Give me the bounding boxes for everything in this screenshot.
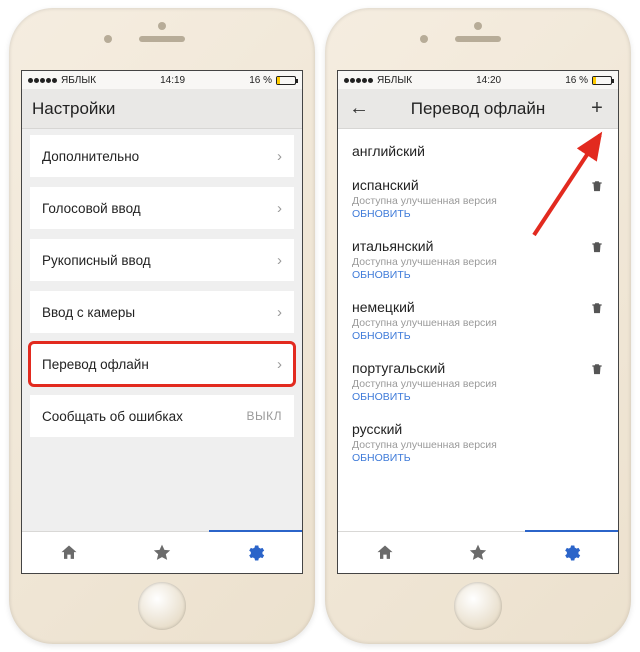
tab-settings[interactable]	[209, 532, 302, 573]
page-title: Перевод офлайн	[382, 99, 574, 119]
update-button[interactable]: ОБНОВИТЬ	[352, 208, 604, 220]
settings-item-voice-input[interactable]: Голосовой ввод ›	[30, 187, 294, 229]
update-button[interactable]: ОБНОВИТЬ	[352, 269, 604, 281]
chevron-right-icon: ›	[277, 148, 282, 165]
item-label: Голосовой ввод	[42, 201, 141, 216]
chevron-right-icon: ›	[277, 304, 282, 321]
language-name: русский	[352, 421, 604, 437]
add-language-button[interactable]: +	[586, 97, 608, 120]
settings-item-additional[interactable]: Дополнительно ›	[30, 135, 294, 177]
settings-item-offline-translate[interactable]: Перевод офлайн ›	[30, 343, 294, 385]
language-subtext: Доступна улучшенная версия	[352, 439, 604, 451]
trash-icon	[590, 179, 604, 194]
language-item-italian[interactable]: итальянский Доступна улучшенная версия О…	[352, 228, 604, 289]
language-item-english[interactable]: английский	[352, 133, 604, 167]
language-subtext: Доступна улучшенная версия	[352, 195, 604, 207]
battery-icon	[592, 76, 612, 85]
clock: 14:20	[476, 75, 501, 86]
screen-left: ЯБЛЫК 14:19 16 % Настройки Дополнительно…	[21, 70, 303, 574]
gear-icon	[245, 543, 265, 563]
battery-icon	[276, 76, 296, 85]
language-item-german[interactable]: немецкий Доступна улучшенная версия ОБНО…	[352, 289, 604, 350]
chevron-right-icon: ›	[277, 252, 282, 269]
toggle-value: ВЫКЛ	[247, 409, 283, 423]
language-name: португальский	[352, 360, 604, 376]
trash-icon	[590, 362, 604, 377]
delete-button[interactable]	[590, 179, 604, 199]
language-subtext: Доступна улучшенная версия	[352, 378, 604, 390]
update-button[interactable]: ОБНОВИТЬ	[352, 330, 604, 342]
item-label: Рукописный ввод	[42, 253, 151, 268]
gear-icon	[561, 543, 581, 563]
delete-button[interactable]	[590, 362, 604, 382]
update-button[interactable]: ОБНОВИТЬ	[352, 452, 604, 464]
update-button[interactable]: ОБНОВИТЬ	[352, 391, 604, 403]
battery-pct: 16 %	[565, 75, 588, 86]
clock: 14:19	[160, 75, 185, 86]
status-bar: ЯБЛЫК 14:20 16 %	[338, 71, 618, 89]
language-subtext: Доступна улучшенная версия	[352, 317, 604, 329]
item-label: Перевод офлайн	[42, 357, 149, 372]
item-label: Ввод с камеры	[42, 305, 135, 320]
item-label: Дополнительно	[42, 149, 139, 164]
language-item-spanish[interactable]: испанский Доступна улучшенная версия ОБН…	[352, 167, 604, 228]
tab-bar	[338, 531, 618, 573]
star-icon	[468, 543, 488, 563]
home-button[interactable]	[138, 582, 186, 630]
trash-icon	[590, 240, 604, 255]
header: ← Перевод офлайн +	[338, 89, 618, 129]
tab-favorites[interactable]	[115, 532, 208, 573]
phone-left: ЯБЛЫК 14:19 16 % Настройки Дополнительно…	[9, 8, 315, 644]
tab-settings[interactable]	[525, 532, 618, 573]
page-title: Настройки	[32, 99, 292, 119]
trash-icon	[590, 301, 604, 316]
language-item-russian[interactable]: русский Доступна улучшенная версия ОБНОВ…	[352, 411, 604, 472]
offline-languages-list[interactable]: английский испанский Доступна улучшенная…	[338, 129, 618, 531]
phone-right: ЯБЛЫК 14:20 16 % ← Перевод офлайн + англ…	[325, 8, 631, 644]
tab-bar	[22, 531, 302, 573]
home-icon	[375, 543, 395, 563]
settings-item-report-errors[interactable]: Сообщать об ошибках ВЫКЛ	[30, 395, 294, 437]
carrier-label: ЯБЛЫК	[61, 75, 96, 86]
chevron-right-icon: ›	[277, 356, 282, 373]
star-icon	[152, 543, 172, 563]
settings-item-handwriting[interactable]: Рукописный ввод ›	[30, 239, 294, 281]
delete-button[interactable]	[590, 240, 604, 260]
status-bar: ЯБЛЫК 14:19 16 %	[22, 71, 302, 89]
screen-right: ЯБЛЫК 14:20 16 % ← Перевод офлайн + англ…	[337, 70, 619, 574]
home-button[interactable]	[454, 582, 502, 630]
chevron-right-icon: ›	[277, 200, 282, 217]
settings-item-camera-input[interactable]: Ввод с камеры ›	[30, 291, 294, 333]
carrier-label: ЯБЛЫК	[377, 75, 412, 86]
language-subtext: Доступна улучшенная версия	[352, 256, 604, 268]
tab-home[interactable]	[338, 532, 431, 573]
settings-list[interactable]: Дополнительно › Голосовой ввод › Рукопис…	[22, 129, 302, 531]
tab-favorites[interactable]	[431, 532, 524, 573]
home-icon	[59, 543, 79, 563]
item-label: Сообщать об ошибках	[42, 409, 183, 424]
language-name: итальянский	[352, 238, 604, 254]
language-name: английский	[352, 143, 604, 159]
back-button[interactable]: ←	[348, 97, 370, 120]
language-item-portuguese[interactable]: португальский Доступна улучшенная версия…	[352, 350, 604, 411]
battery-pct: 16 %	[249, 75, 272, 86]
tab-home[interactable]	[22, 532, 115, 573]
language-name: испанский	[352, 177, 604, 193]
delete-button[interactable]	[590, 301, 604, 321]
header: Настройки	[22, 89, 302, 129]
language-name: немецкий	[352, 299, 604, 315]
